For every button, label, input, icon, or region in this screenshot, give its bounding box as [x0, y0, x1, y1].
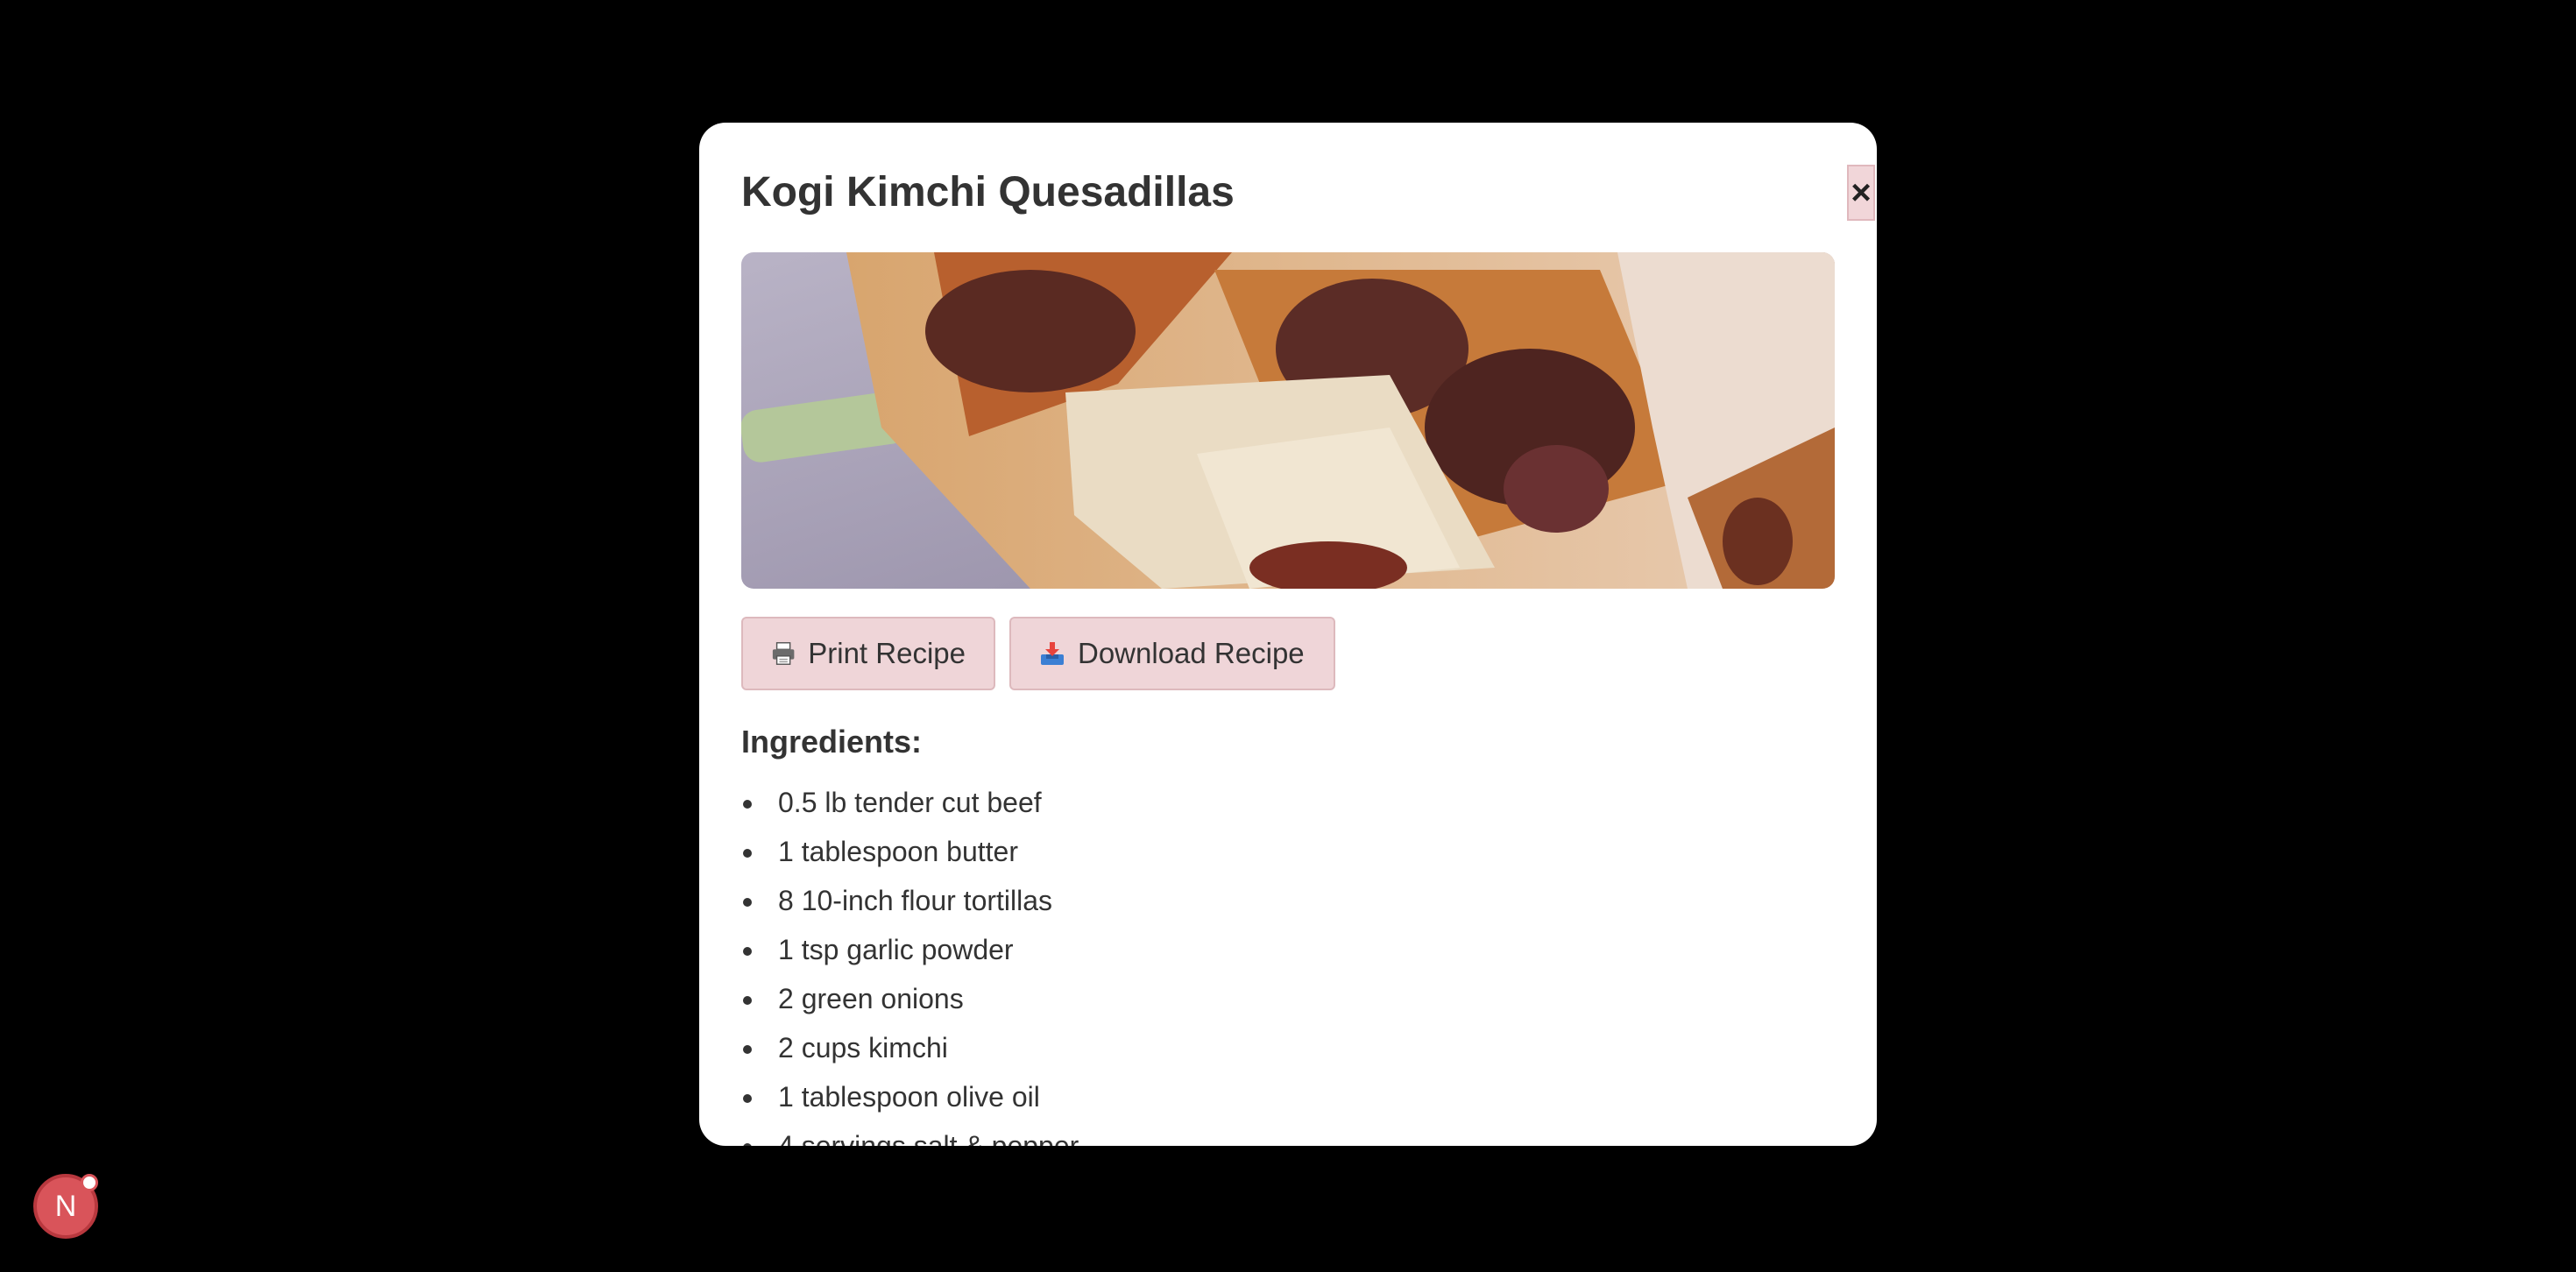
list-item: 4 servings salt & pepper: [741, 1121, 1079, 1146]
print-recipe-button[interactable]: Print Recipe: [741, 617, 995, 690]
list-item: 0.5 lb tender cut beef: [741, 778, 1079, 827]
inbox-tray-icon: [1041, 642, 1064, 665]
list-item: 1 tablespoon butter: [741, 827, 1079, 876]
recipe-title: Kogi Kimchi Quesadillas: [741, 169, 1235, 216]
list-item: 1 tsp garlic powder: [741, 925, 1079, 974]
modal-content: Kogi Kimchi Quesadillas × Print Recipe D…: [741, 123, 1875, 1146]
download-recipe-label: Download Recipe: [1078, 637, 1305, 669]
close-button[interactable]: ×: [1847, 165, 1875, 221]
recipe-image: [741, 252, 1835, 589]
list-item: 2 cups kimchi: [741, 1023, 1079, 1072]
recipe-modal: Kogi Kimchi Quesadillas × Print Recipe D…: [699, 123, 1877, 1146]
list-item: 2 green onions: [741, 974, 1079, 1023]
printer-icon: [772, 642, 795, 665]
close-icon: ×: [1851, 173, 1872, 212]
ingredients-heading: Ingredients:: [741, 724, 923, 760]
print-recipe-label: Print Recipe: [808, 637, 966, 669]
quesadilla-photo: [741, 252, 1835, 589]
download-recipe-button[interactable]: Download Recipe: [1009, 617, 1335, 690]
list-item: 8 10-inch flour tortillas: [741, 876, 1079, 925]
ingredients-list: 0.5 lb tender cut beef 1 tablespoon butt…: [741, 778, 1079, 1146]
notification-dot: [81, 1174, 98, 1191]
list-item: 1 tablespoon olive oil: [741, 1072, 1079, 1121]
n-logo-icon: N: [54, 1189, 77, 1223]
